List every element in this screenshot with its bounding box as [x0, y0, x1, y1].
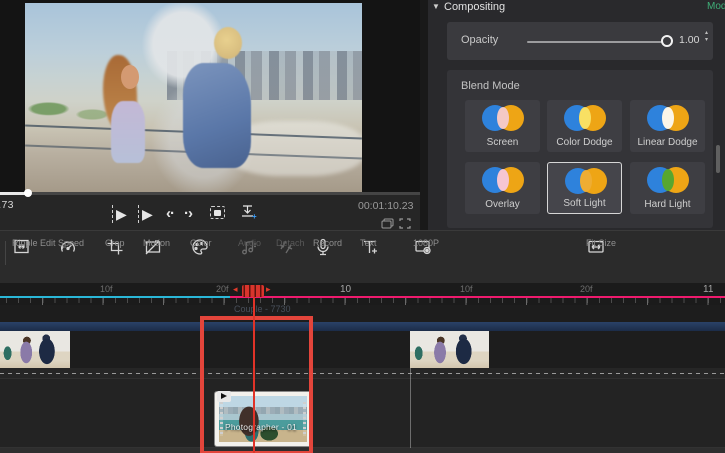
ruler-label: 10: [340, 284, 351, 295]
woman-figure-face: [121, 65, 139, 89]
ruler-label: 11: [703, 284, 713, 295]
toolbar-fit-size-button[interactable]: Fit Size: [586, 237, 634, 279]
toolbar-1080p-button[interactable]: 1080P: [413, 237, 461, 279]
blend-mode-soft-light[interactable]: Soft Light: [547, 162, 622, 214]
video-track-clip-1[interactable]: [0, 331, 392, 368]
opacity-value[interactable]: 1.00: [679, 34, 699, 46]
woman-figure-top: [111, 101, 145, 163]
blend-mode-color-dodge[interactable]: Color Dodge: [547, 100, 622, 152]
panel-scrollbar[interactable]: [716, 145, 720, 173]
man-figure-shirt: [183, 63, 251, 168]
clip-trim-stripe: [303, 402, 306, 436]
snapshot-icon[interactable]: [210, 206, 225, 219]
opacity-slider-handle[interactable]: [661, 35, 673, 47]
panel-title: Compositing: [444, 1, 505, 13]
filmora-window: 09.73 00:01:10.23 ▶ ▶ ‹· ·› + ▼ Composit…: [0, 0, 725, 453]
blend-venn-icon: [547, 104, 622, 132]
opacity-card: Opacity 1.00 ▴▾: [447, 22, 713, 60]
ruler-label: 20f: [580, 284, 593, 294]
playhead-marker[interactable]: [242, 285, 264, 297]
clip-play-badge-icon: [217, 391, 231, 402]
play-from-start-button[interactable]: ▶: [112, 205, 127, 223]
track-separator: [0, 368, 725, 378]
trim-left-icon[interactable]: ◂: [233, 284, 238, 295]
photo-clip-name: Photographer - 01: [225, 422, 297, 432]
toolbar-color-button[interactable]: Color: [190, 237, 236, 279]
next-track-lane: [0, 448, 725, 453]
blend-venn-icon: [465, 166, 540, 194]
opacity-slider-track[interactable]: [527, 41, 669, 43]
photo-clip-thumbnail: Photographer - 01: [219, 396, 307, 442]
timeline-ruler[interactable]: 10f 20f 10 10f 20f 11 ◂ ▸: [0, 283, 725, 305]
toolbar-record-button[interactable]: Record: [313, 237, 359, 279]
video-track-clip-2[interactable]: [410, 331, 725, 368]
video-frame-composite: [25, 3, 362, 192]
blend-venn-icon: [465, 104, 540, 132]
preview-scrubber-handle[interactable]: [24, 189, 32, 197]
preview-duration-time: 00:01:10.23: [358, 200, 412, 212]
preview-scrubber-track[interactable]: [0, 192, 420, 195]
preview-elapsed-time: 09.73: [0, 199, 14, 211]
ruler-label: 10f: [460, 284, 473, 294]
clip-edge-indicator: [410, 368, 411, 448]
clip-thumbnail: [410, 331, 489, 368]
overlay-track-lane[interactable]: [0, 378, 725, 448]
toolbar-speed-button[interactable]: Speed: [58, 237, 104, 279]
blend-venn-icon: [548, 167, 623, 195]
clip-thumbnail: [0, 331, 69, 368]
mode-link[interactable]: Mode: [707, 1, 725, 12]
next-frame-button[interactable]: ·›: [184, 205, 192, 223]
clip-trim-stripe: [220, 402, 223, 436]
blend-mode-hard-light[interactable]: Hard Light: [630, 162, 705, 214]
video-clip-top-bar: [0, 322, 725, 331]
svg-text:+: +: [252, 212, 257, 221]
dual-screen-icon[interactable]: [381, 218, 394, 229]
toolbar-separator: [5, 241, 6, 265]
timeline-tracks: Couple - 7730 Photographer - 01: [0, 305, 725, 453]
opacity-stepper-icon[interactable]: ▴▾: [705, 30, 708, 44]
blend-mode-label: Blend Mode: [461, 80, 520, 92]
toolbar-motion-button[interactable]: Motion: [143, 237, 189, 279]
fullscreen-icon[interactable]: [399, 218, 412, 229]
blend-mode-card: Blend Mode Screen Color Dodge: [447, 70, 713, 228]
clip-name-overlay: Couple - 7730: [234, 304, 291, 314]
photo-overlay-clip[interactable]: Photographer - 01: [215, 392, 311, 446]
preview-panel: 09.73 00:01:10.23 ▶ ▶ ‹· ·› +: [0, 0, 420, 230]
man-figure-head: [214, 27, 242, 59]
ruler-label: 10f: [100, 284, 113, 294]
trim-right-icon[interactable]: ▸: [266, 284, 271, 295]
collapse-triangle-icon[interactable]: ▼: [432, 2, 440, 11]
toolbar-text-button[interactable]: Text: [360, 237, 406, 279]
video-canvas: [0, 0, 420, 192]
blend-mode-screen[interactable]: Screen: [465, 100, 540, 152]
export-frame-icon[interactable]: +: [240, 205, 257, 220]
compositing-panel: ▼ Compositing Mode Opacity 1.00 ▴▾ Blend…: [428, 0, 725, 230]
toolbar: ▾ Ripple Edit Speed Crop Motion Color Au…: [0, 230, 725, 283]
play-button[interactable]: ▶: [138, 205, 153, 223]
previous-frame-button[interactable]: ‹·: [166, 205, 174, 223]
blend-mode-overlay[interactable]: Overlay: [465, 162, 540, 214]
opacity-label: Opacity: [461, 34, 498, 46]
ruler-label: 20f: [216, 284, 229, 294]
toolbar-ripple-edit-button[interactable]: ▾ Ripple Edit: [12, 237, 64, 279]
playhead-line[interactable]: [253, 297, 255, 453]
blend-venn-icon: [630, 166, 705, 194]
blend-venn-icon: [630, 104, 705, 132]
blend-mode-linear-dodge[interactable]: Linear Dodge: [630, 100, 705, 152]
